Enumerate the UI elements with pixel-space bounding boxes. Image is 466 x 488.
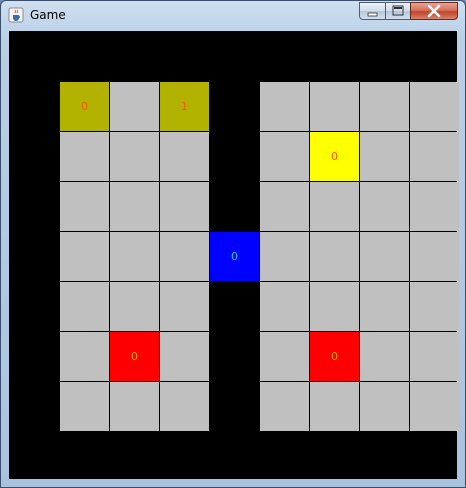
board-cell[interactable] <box>260 332 309 381</box>
board-cell[interactable] <box>110 232 159 281</box>
board-cell[interactable] <box>260 132 309 181</box>
board-cell[interactable] <box>310 232 359 281</box>
cell-value: 0 <box>331 350 338 363</box>
board-cell[interactable] <box>60 132 109 181</box>
board-cell[interactable] <box>360 282 409 331</box>
board-cell[interactable] <box>360 82 409 131</box>
java-cup-icon <box>8 7 24 23</box>
window-title: Game <box>30 8 66 22</box>
close-button[interactable] <box>410 2 458 20</box>
minimize-button[interactable] <box>359 2 386 20</box>
board-cell[interactable] <box>410 382 459 431</box>
board-cell-red[interactable]: 0 <box>310 332 359 381</box>
maximize-icon <box>392 5 404 16</box>
board-cell-olive[interactable]: 0 <box>60 82 109 131</box>
board-cell[interactable] <box>360 382 409 431</box>
cell-value: 0 <box>81 100 88 113</box>
board-cell[interactable] <box>160 332 209 381</box>
board-cell[interactable] <box>260 282 309 331</box>
cell-value: 1 <box>181 100 188 113</box>
board-cell[interactable] <box>60 382 109 431</box>
board-cell-olive[interactable]: 1 <box>160 82 209 131</box>
cell-value: 0 <box>131 350 138 363</box>
board-cell-yellow[interactable]: 0 <box>310 132 359 181</box>
close-icon <box>427 4 441 18</box>
board-cell[interactable] <box>410 82 459 131</box>
board-cell[interactable] <box>60 182 109 231</box>
board-cell[interactable] <box>310 182 359 231</box>
board-cell[interactable] <box>160 282 209 331</box>
board-cell-blue[interactable]: 0 <box>210 232 259 281</box>
board-cell[interactable] <box>110 82 159 131</box>
game-window: Game 0 1 0 0 0 0 <box>0 0 466 488</box>
board-cell[interactable] <box>410 332 459 381</box>
board-cell[interactable] <box>410 182 459 231</box>
board-cell[interactable] <box>60 332 109 381</box>
board-cell-red[interactable]: 0 <box>110 332 159 381</box>
board-cell[interactable] <box>260 182 309 231</box>
board-cell[interactable] <box>110 282 159 331</box>
board-cell[interactable] <box>110 382 159 431</box>
board-cell[interactable] <box>260 382 309 431</box>
cell-value: 0 <box>331 150 338 163</box>
board-cell[interactable] <box>110 182 159 231</box>
board-cell[interactable] <box>60 282 109 331</box>
board-cell[interactable] <box>160 132 209 181</box>
board-cell[interactable] <box>160 232 209 281</box>
board-cell[interactable] <box>260 82 309 131</box>
board-cell[interactable] <box>160 182 209 231</box>
board-cell[interactable] <box>410 282 459 331</box>
board-cell[interactable] <box>260 232 309 281</box>
board-cell[interactable] <box>60 232 109 281</box>
board-cell[interactable] <box>360 232 409 281</box>
board-cell[interactable] <box>160 382 209 431</box>
board-cell[interactable] <box>360 132 409 181</box>
minimize-icon <box>367 12 378 17</box>
maximize-button[interactable] <box>385 2 411 20</box>
board-cell[interactable] <box>360 332 409 381</box>
board-cell[interactable] <box>310 282 359 331</box>
board-cell[interactable] <box>110 132 159 181</box>
board-cell[interactable] <box>410 132 459 181</box>
board-cell[interactable] <box>310 82 359 131</box>
title-bar[interactable]: Game <box>1 1 465 29</box>
cell-value: 0 <box>231 250 238 263</box>
board-cell[interactable] <box>410 232 459 281</box>
board-cell[interactable] <box>360 182 409 231</box>
game-canvas[interactable]: 0 1 0 0 0 0 <box>9 31 459 479</box>
board-cell[interactable] <box>310 382 359 431</box>
